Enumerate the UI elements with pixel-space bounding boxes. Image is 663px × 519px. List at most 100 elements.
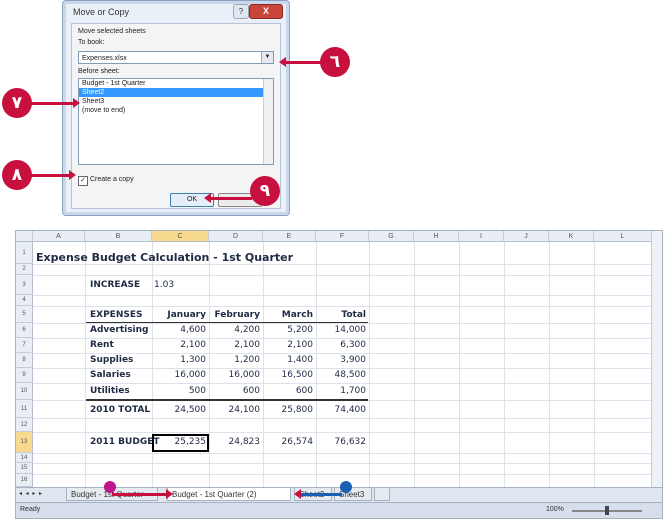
table-cell[interactable]: 1,400 [263, 355, 313, 365]
column-header[interactable]: H [414, 231, 459, 242]
row-header[interactable]: 10 [16, 383, 33, 400]
gridline [33, 432, 652, 433]
header-march[interactable]: March [263, 310, 313, 320]
help-button[interactable]: ? [233, 4, 249, 19]
header-expenses[interactable]: EXPENSES [90, 310, 142, 320]
create-copy-checkbox[interactable]: ✓ [78, 176, 88, 186]
table-cell[interactable]: 24,823 [209, 437, 261, 447]
list-item[interactable]: Budget - 1st Quarter [79, 79, 273, 88]
row-header[interactable]: 16 [16, 474, 33, 487]
row-header[interactable]: 8 [16, 353, 33, 368]
chevron-down-icon[interactable]: ▼ [261, 52, 273, 63]
gridline [33, 323, 652, 324]
header-february[interactable]: February [209, 310, 260, 320]
header-january[interactable]: January [152, 310, 206, 320]
row-header[interactable]: 13 [16, 432, 33, 453]
row-header[interactable]: 11 [16, 400, 33, 418]
column-header[interactable]: C [152, 231, 209, 242]
expense-name[interactable]: Advertising [90, 325, 149, 335]
expense-name[interactable]: Supplies [90, 355, 133, 365]
row-header[interactable]: 5 [16, 306, 33, 323]
zoom-slider-handle[interactable] [605, 506, 609, 515]
gridline [85, 242, 86, 488]
row-header[interactable]: 12 [16, 418, 33, 432]
table-cell[interactable]: 2,100 [263, 340, 313, 350]
list-item[interactable]: Sheet3 [79, 97, 273, 106]
table-cell[interactable]: 74,400 [316, 405, 367, 415]
row-header[interactable]: 3 [16, 275, 33, 295]
column-header[interactable]: B [85, 231, 152, 242]
tab-budget-1st-quarter-2[interactable]: Budget - 1st Quarter (2) [167, 488, 291, 501]
table-cell[interactable]: 500 [152, 386, 206, 396]
column-header[interactable]: D [209, 231, 263, 242]
total-label[interactable]: 2010 TOTAL [90, 405, 150, 415]
table-cell[interactable]: 3,900 [316, 355, 366, 365]
header-underline [86, 322, 368, 323]
table-cell[interactable]: 1,200 [209, 355, 260, 365]
expense-name[interactable]: Rent [90, 340, 114, 350]
column-header[interactable]: I [459, 231, 504, 242]
table-cell[interactable]: 26,574 [263, 437, 314, 447]
column-header[interactable]: A [33, 231, 85, 242]
callout-arrow-9 [204, 193, 252, 203]
list-scrollbar[interactable] [263, 79, 273, 164]
table-cell[interactable]: 24,100 [209, 405, 261, 415]
tab-nav-icon[interactable]: ◂ ◂ ▸ ▸ [19, 490, 43, 497]
row-header[interactable]: 14 [16, 453, 33, 463]
column-header[interactable]: L [594, 231, 652, 242]
list-item[interactable]: (move to end) [79, 106, 273, 115]
select-all-corner[interactable] [16, 231, 33, 242]
vertical-scrollbar[interactable] [651, 231, 662, 489]
row-header[interactable]: 6 [16, 323, 33, 338]
table-cell[interactable]: 5,200 [263, 325, 313, 335]
table-cell[interactable]: 2,100 [209, 340, 260, 350]
table-cell[interactable]: 24,500 [152, 405, 207, 415]
table-cell[interactable]: 16,000 [209, 370, 261, 380]
list-item-selected[interactable]: Sheet2 [79, 88, 273, 97]
close-button[interactable]: X [249, 4, 283, 19]
table-cell[interactable]: 6,300 [316, 340, 366, 350]
header-total[interactable]: Total [316, 310, 366, 320]
column-header[interactable]: E [263, 231, 316, 242]
increase-label[interactable]: INCREASE [90, 280, 140, 290]
gridline [33, 306, 652, 307]
table-cell[interactable]: 48,500 [316, 370, 367, 380]
increase-value[interactable]: 1.03 [154, 280, 174, 290]
table-cell[interactable]: 1,300 [152, 355, 206, 365]
row-header[interactable]: 7 [16, 338, 33, 353]
expense-name[interactable]: Salaries [90, 370, 131, 380]
table-cell[interactable]: 25,800 [263, 405, 314, 415]
active-cell[interactable] [152, 434, 209, 452]
table-cell[interactable]: 14,000 [316, 325, 367, 335]
tab-move-arrow-blue [294, 489, 342, 499]
table-cell[interactable]: 16,500 [263, 370, 314, 380]
gridline [33, 453, 652, 454]
gridline [33, 353, 652, 354]
table-cell[interactable]: 76,632 [316, 437, 367, 447]
table-cell[interactable]: 600 [263, 386, 313, 396]
table-cell[interactable]: 600 [209, 386, 260, 396]
insert-sheet-icon[interactable] [374, 488, 390, 501]
column-header[interactable]: K [549, 231, 594, 242]
budget-label[interactable]: 2011 BUDGET [90, 437, 160, 447]
expense-name[interactable]: Utilities [90, 386, 130, 396]
gridline [33, 463, 652, 464]
table-cell[interactable]: 2,100 [152, 340, 206, 350]
column-header[interactable]: F [316, 231, 369, 242]
before-sheet-list[interactable]: Budget - 1st Quarter Sheet2 Sheet3 (move… [78, 78, 274, 165]
dialog-body: Move selected sheets To book: Expenses.x… [71, 23, 281, 209]
row-header[interactable]: 9 [16, 368, 33, 383]
table-cell[interactable]: 4,600 [152, 325, 206, 335]
column-header[interactable]: G [369, 231, 414, 242]
row-header[interactable]: 15 [16, 463, 33, 474]
table-cell[interactable]: 1,700 [316, 386, 366, 396]
row-header[interactable]: 1 [16, 242, 33, 264]
row-header[interactable]: 4 [16, 295, 33, 306]
total-divider [86, 399, 368, 401]
sheet-title[interactable]: Expense Budget Calculation - 1st Quarter [36, 251, 293, 264]
row-header[interactable]: 2 [16, 264, 33, 275]
column-header[interactable]: J [504, 231, 549, 242]
table-cell[interactable]: 16,000 [152, 370, 207, 380]
tobook-dropdown[interactable]: Expenses.xlsx ▼ [78, 51, 274, 64]
table-cell[interactable]: 4,200 [209, 325, 260, 335]
